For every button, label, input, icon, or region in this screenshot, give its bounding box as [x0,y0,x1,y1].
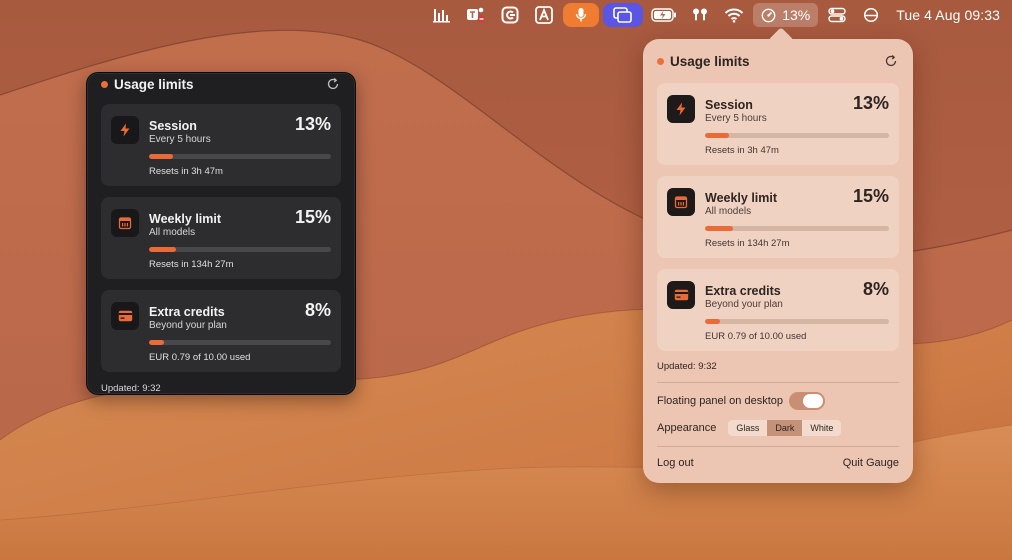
gauge-menu-item[interactable]: 13% [753,3,819,27]
airpods-icon[interactable] [685,3,715,27]
quit-button[interactable]: Quit Gauge [843,457,899,469]
appearance-white-button[interactable]: White [802,420,841,436]
usage-percent: 13% [852,93,889,113]
card-subtitle: All models [705,206,752,217]
updated-time: Updated: 9:32 [101,383,161,394]
refresh-icon[interactable] [883,53,899,69]
appearance-segmented-control: Glass Dark White [728,420,842,436]
panel-header: Usage limits [101,73,341,95]
card-footer: EUR 0.79 of 10.00 used [149,352,251,363]
popover-title: Usage limits [670,53,750,69]
card-subtitle: Every 5 hours [149,134,211,145]
card-subtitle: Every 5 hours [705,113,767,124]
logout-button[interactable]: Log out [657,457,694,469]
refresh-icon[interactable] [325,76,341,92]
calendar-icon [667,188,695,216]
usage-progress-bar [149,247,331,252]
gauge-icon [761,8,776,23]
bolt-icon [111,116,139,144]
usage-card-weekly: Weekly limit All models Resets in 134h 2… [657,176,899,258]
panel-title: Usage limits [114,76,194,92]
appearance-glass-button[interactable]: Glass [728,420,767,436]
card-subtitle: All models [149,227,196,238]
usage-percent: 15% [294,207,331,227]
card-title: Extra credits [149,305,225,319]
usage-progress-bar [705,133,889,138]
card-footer: EUR 0.79 of 10.00 used [705,331,807,342]
usage-percent: 13% [294,114,331,134]
status-dot [657,57,664,65]
usage-card-weekly: Weekly limit All models Resets in 134h 2… [101,197,341,279]
usage-progress-fill [705,226,733,231]
focus-icon[interactable] [856,3,886,27]
appearance-dark-button[interactable]: Dark [767,420,803,436]
gauge-popover: Usage limits Session Every 5 hours Reset… [643,27,913,483]
usage-card-session: Session Every 5 hours Resets in 3h 47m 1… [101,104,341,186]
usage-progress-bar [149,340,331,345]
appearance-label: Appearance [657,422,717,434]
clipboard-c-icon[interactable] [495,3,525,27]
card-footer: Resets in 3h 47m [705,145,779,156]
calendar-icon [111,209,139,237]
card-subtitle: Beyond your plan [705,299,783,310]
popover-footer: Log out Quit Gauge [657,457,899,469]
wifi-icon[interactable] [719,3,749,27]
microphone-icon[interactable] [563,3,600,27]
usage-progress-fill [705,319,720,324]
usage-progress-fill [705,133,729,138]
screens-icon[interactable] [603,3,644,27]
status-dot [101,80,108,88]
credit-card-icon [111,302,139,330]
usage-progress-fill [149,340,164,345]
card-footer: Resets in 134h 27m [149,259,234,270]
usage-progress-bar [705,319,889,324]
teams-icon[interactable] [461,3,491,27]
usage-percent: 15% [852,186,889,206]
equalizer-icon[interactable] [427,3,457,27]
appearance-setting: Appearance Glass Dark White [657,420,899,436]
floating-panel-label: Floating panel on desktop [657,395,783,407]
bolt-icon [667,95,695,123]
gauge-percent: 13% [782,7,811,23]
toggle-knob [802,394,823,408]
floating-panel-setting: Floating panel on desktop [657,392,899,410]
usage-card-extra-credits: Extra credits Beyond your plan EUR 0.79 … [657,269,899,351]
card-subtitle: Beyond your plan [149,320,227,331]
floating-usage-panel[interactable]: Usage limits Session Every 5 hours Reset… [86,72,356,395]
a-box-icon[interactable] [529,3,559,27]
floating-panel-toggle[interactable] [788,392,825,410]
usage-progress-fill [149,154,173,159]
divider [657,382,899,383]
usage-percent: 8% [304,300,331,320]
card-footer: Resets in 3h 47m [149,166,223,177]
clock[interactable]: Tue 4 Aug 09:33 [896,7,1000,23]
usage-progress-bar [705,226,889,231]
popover-header: Usage limits [657,49,899,73]
control-center-icon[interactable] [822,3,852,27]
credit-card-icon [667,281,695,309]
usage-progress-fill [149,247,177,252]
menu-bar: 13% Tue 4 Aug 09:33 [0,0,1012,30]
divider [657,446,899,447]
updated-time: Updated: 9:32 [657,361,717,372]
usage-card-extra-credits: Extra credits Beyond your plan EUR 0.79 … [101,290,341,372]
card-title: Extra credits [705,284,781,298]
usage-progress-bar [149,154,331,159]
card-footer: Resets in 134h 27m [705,238,790,249]
battery-charging-icon[interactable] [647,3,681,27]
usage-percent: 8% [862,279,889,299]
usage-card-session: Session Every 5 hours Resets in 3h 47m 1… [657,83,899,165]
